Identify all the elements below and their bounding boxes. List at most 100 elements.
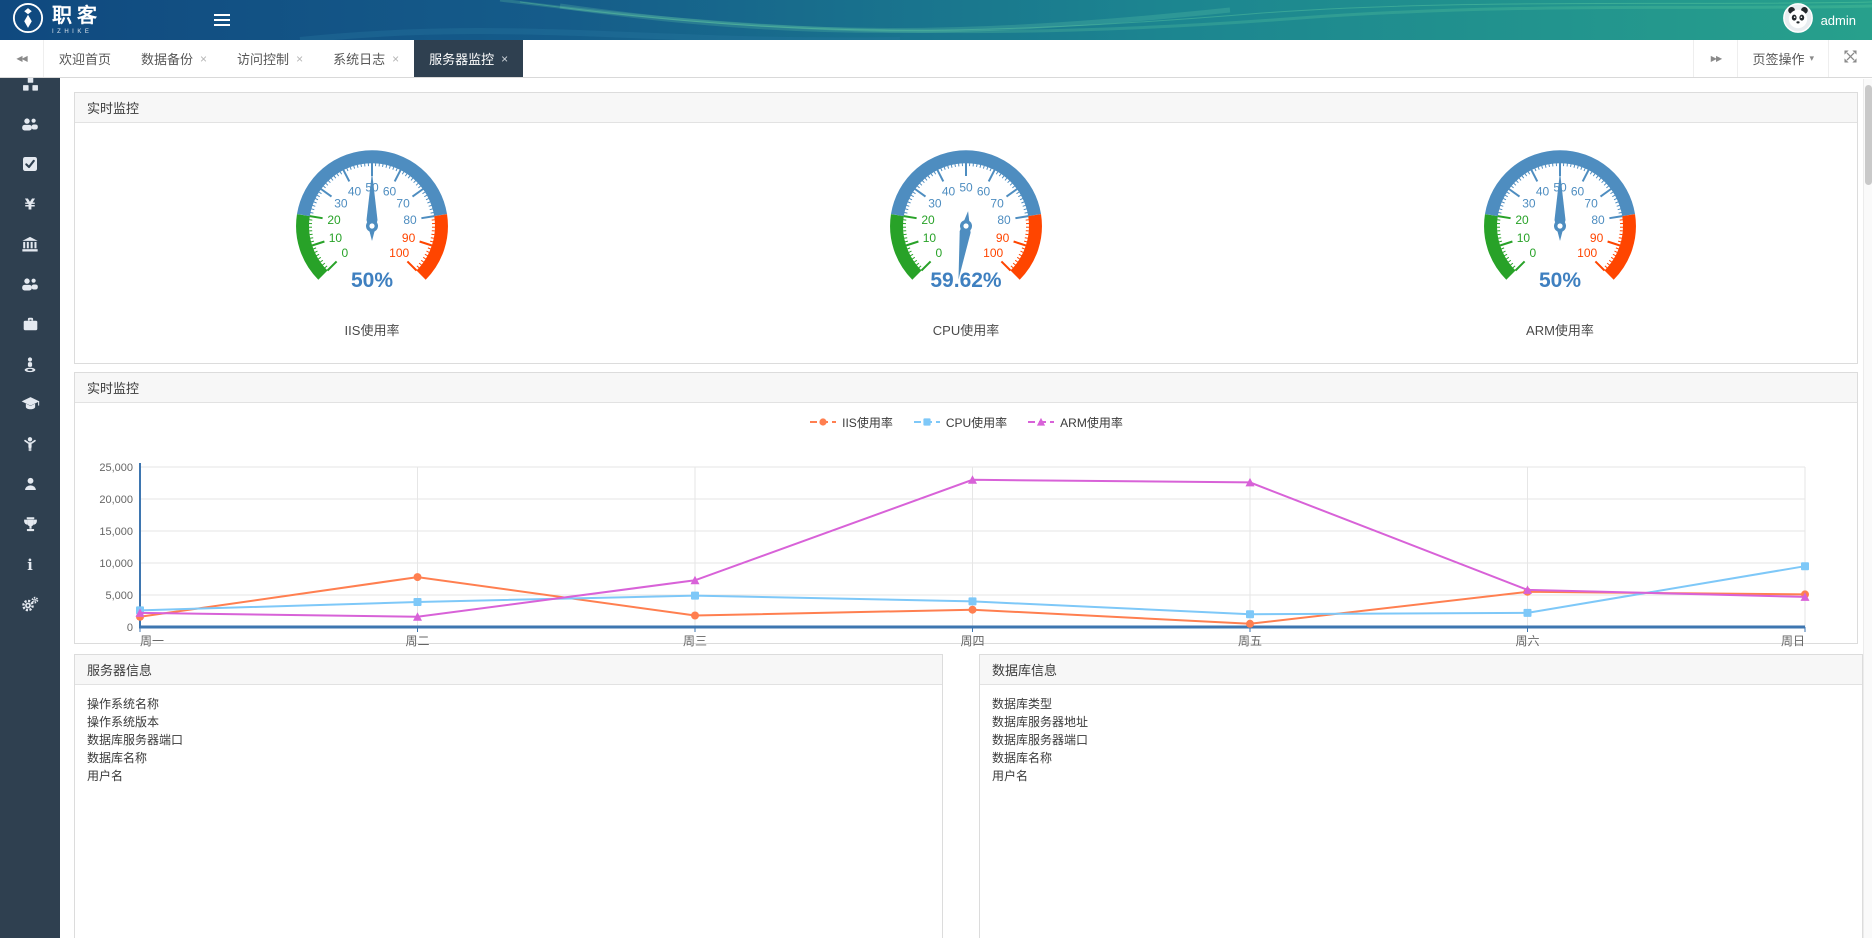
svg-text:0: 0	[127, 622, 133, 634]
legend-item-2[interactable]: ARM使用率	[1027, 414, 1123, 431]
server-panel-header: 服务器信息	[75, 655, 942, 685]
svg-text:80: 80	[997, 213, 1011, 227]
tab-actions-dropdown[interactable]: 页签操作 ▾	[1737, 40, 1828, 77]
user-icon	[23, 476, 38, 492]
sidebar-item-9[interactable]	[0, 424, 60, 464]
double-chevron-right-icon: ▶▶	[1711, 54, 1721, 63]
sidebar-item-3[interactable]: ¥	[0, 184, 60, 224]
legend-marker	[1027, 416, 1055, 428]
gauge-2: 010203040506070809010050%ARM使用率	[1390, 129, 1730, 339]
tab-scroll-right-button[interactable]: ▶▶	[1693, 40, 1737, 77]
tab-close-icon[interactable]: ×	[200, 53, 207, 65]
sidebar-item-5[interactable]	[0, 264, 60, 304]
sidebar-item-12[interactable]: i	[0, 544, 60, 584]
sidebar-item-7[interactable]	[0, 344, 60, 384]
gauge-panel: 实时监控 010203040506070809010050%IIS使用率0102…	[74, 92, 1858, 364]
line-chart: 周一周二周三周四周五周六周日05,00010,00015,00020,00025…	[75, 437, 1857, 652]
gauge-panel-header: 实时监控	[75, 93, 1857, 123]
sidebar-item-4[interactable]	[0, 224, 60, 264]
gauge-0: 010203040506070809010050%IIS使用率	[202, 129, 542, 339]
svg-text:周三: 周三	[683, 634, 707, 647]
tab-3[interactable]: 系统日志×	[318, 40, 414, 77]
legend-marker	[809, 416, 837, 428]
fullscreen-icon	[1844, 50, 1857, 68]
scrollbar-thumb[interactable]	[1865, 85, 1872, 185]
briefcase-icon	[22, 316, 39, 332]
list-item: 数据库服务器端口	[87, 731, 930, 749]
svg-text:周二: 周二	[405, 634, 429, 647]
svg-text:周五: 周五	[1238, 634, 1262, 647]
trophy-icon	[22, 516, 39, 533]
tab-close-icon[interactable]: ×	[392, 53, 399, 65]
menu-toggle-button[interactable]	[202, 0, 242, 40]
tab-close-icon[interactable]: ×	[296, 53, 303, 65]
gauge-label: CPU使用率	[796, 320, 1136, 339]
svg-text:90: 90	[402, 231, 416, 245]
svg-text:70: 70	[990, 196, 1004, 210]
tab-close-icon[interactable]: ×	[501, 53, 508, 65]
tab-label: 欢迎首页	[59, 49, 111, 68]
svg-text:60: 60	[383, 185, 397, 199]
tab-scroll-left-button[interactable]: ◀◀	[0, 40, 44, 77]
sidebar-item-2[interactable]	[0, 144, 60, 184]
sidebar-item-1[interactable]	[0, 104, 60, 144]
svg-text:30: 30	[928, 196, 942, 210]
tab-label: 服务器监控	[429, 49, 494, 68]
username: admin	[1821, 13, 1856, 28]
svg-text:10: 10	[923, 231, 937, 245]
svg-text:40: 40	[942, 185, 956, 199]
bank-icon	[21, 236, 39, 253]
svg-text:10,000: 10,000	[99, 558, 133, 570]
legend-item-0[interactable]: IIS使用率	[809, 414, 893, 431]
logo-tie-icon	[12, 2, 44, 39]
users-icon	[21, 116, 39, 133]
svg-text:30: 30	[334, 196, 348, 210]
sidebar-item-11[interactable]	[0, 504, 60, 544]
svg-text:周四: 周四	[960, 634, 984, 647]
svg-text:10: 10	[1517, 231, 1531, 245]
graduation-cap-icon	[21, 396, 40, 412]
svg-text:30: 30	[1522, 196, 1536, 210]
legend-item-1[interactable]: CPU使用率	[913, 414, 1007, 431]
svg-text:25,000: 25,000	[99, 462, 133, 474]
svg-text:60: 60	[1571, 185, 1585, 199]
logo-text: 职客	[52, 6, 102, 26]
svg-text:20: 20	[921, 213, 935, 227]
main-content: 实时监控 010203040506070809010050%IIS使用率0102…	[60, 78, 1872, 938]
legend-marker	[913, 416, 941, 428]
user-avatar	[1783, 3, 1813, 38]
legend-label: ARM使用率	[1060, 414, 1123, 431]
check-square-icon	[22, 156, 38, 172]
fullscreen-button[interactable]	[1828, 40, 1872, 77]
panel-title: 实时监控	[87, 381, 139, 396]
svg-text:¥: ¥	[25, 196, 36, 213]
user-menu[interactable]: admin	[1783, 3, 1872, 38]
sidebar-item-6[interactable]	[0, 304, 60, 344]
sidebar: ¥i	[0, 40, 60, 938]
svg-text:15,000: 15,000	[99, 526, 133, 538]
svg-text:80: 80	[403, 213, 417, 227]
list-item: 数据库名称	[87, 749, 930, 767]
sidebar-item-10[interactable]	[0, 464, 60, 504]
app-logo: 职客 IZHIKE	[0, 2, 190, 39]
panel-title: 服务器信息	[87, 663, 152, 678]
legend-label: CPU使用率	[946, 414, 1007, 431]
svg-text:80: 80	[1591, 213, 1605, 227]
tab-4[interactable]: 服务器监控 ×	[414, 40, 523, 77]
panel-title: 数据库信息	[992, 663, 1057, 678]
info-icon: i	[24, 556, 36, 573]
list-item: 数据库服务器地址	[992, 713, 1850, 731]
database-panel-header: 数据库信息	[980, 655, 1862, 685]
tab-0[interactable]: 欢迎首页	[44, 40, 126, 77]
street-view-icon	[22, 356, 38, 373]
database-info-panel: 数据库信息 数据库类型数据库服务器地址数据库服务器端口数据库名称用户名	[979, 654, 1863, 938]
gauge-value: 59.62%	[930, 269, 1002, 292]
navbar-decoration	[0, 0, 1872, 40]
sidebar-item-13[interactable]	[0, 584, 60, 624]
list-item: 数据库类型	[992, 695, 1850, 713]
cogs-icon	[21, 596, 39, 613]
tab-2[interactable]: 访问控制×	[222, 40, 318, 77]
tab-1[interactable]: 数据备份×	[126, 40, 222, 77]
gauge-value: 50%	[351, 269, 393, 292]
sidebar-item-8[interactable]	[0, 384, 60, 424]
